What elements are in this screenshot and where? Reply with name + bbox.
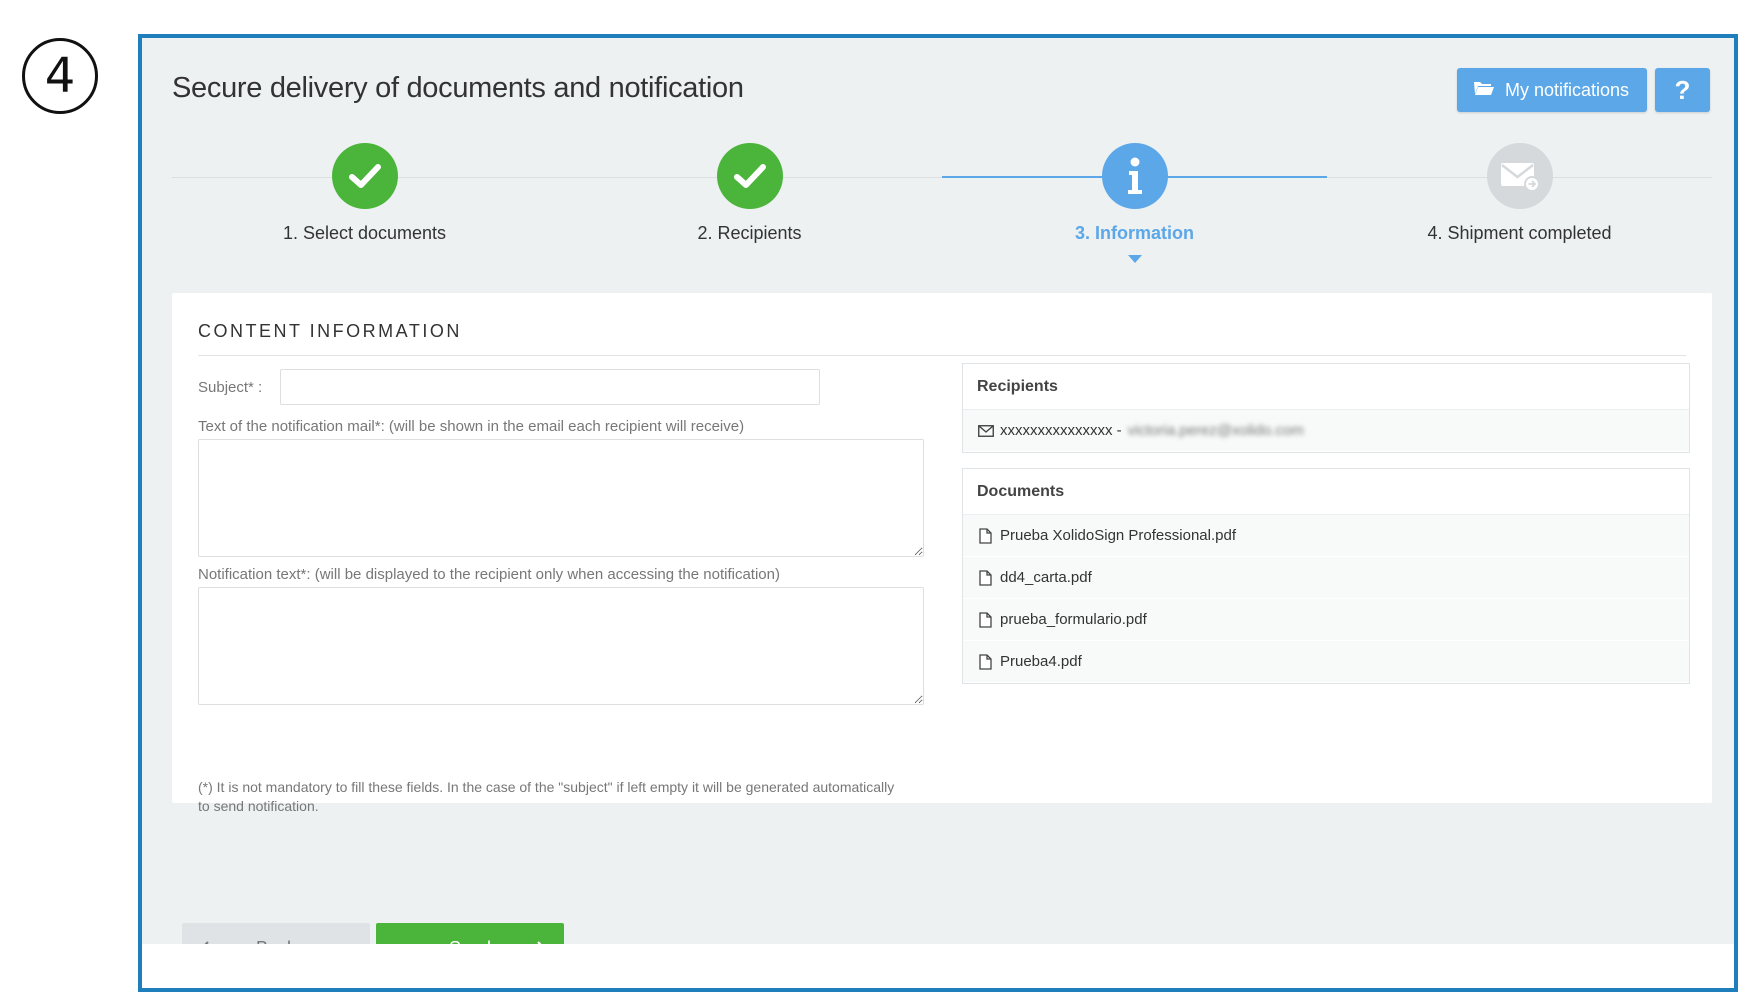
wizard-step-select-documents[interactable]: 1. Select documents: [172, 143, 557, 283]
help-button[interactable]: ?: [1655, 68, 1710, 112]
app-frame: Secure delivery of documents and notific…: [138, 34, 1738, 992]
active-step-caret: [1127, 255, 1142, 263]
check-icon: [331, 143, 398, 209]
file-icon: [977, 527, 994, 544]
section-title: CONTENT INFORMATION: [198, 321, 462, 341]
subject-label: Subject* :: [198, 379, 263, 396]
file-icon: [977, 611, 994, 628]
wizard-step-label: 4. Shipment completed: [1427, 223, 1612, 243]
file-icon: [977, 653, 994, 670]
mail-text-label: Text of the notification mail*: (will be…: [198, 418, 745, 435]
recipients-title: Recipients: [963, 364, 1689, 410]
recipients-box: Recipients xxxxxxxxxxxxxxx - victoria.pe…: [962, 363, 1690, 453]
documents-title: Documents: [963, 469, 1689, 515]
document-row: Prueba XolidoSign Professional.pdf: [963, 515, 1689, 557]
check-icon: [716, 143, 783, 209]
document-name: dd4_carta.pdf: [1000, 569, 1092, 586]
wizard-step-shipment-completed[interactable]: 4. Shipment completed: [1327, 143, 1712, 283]
document-row: prueba_formulario.pdf: [963, 599, 1689, 641]
page-title: Secure delivery of documents and notific…: [172, 72, 744, 104]
folder-open-icon: [1473, 79, 1495, 102]
my-notifications-button[interactable]: My notifications: [1457, 68, 1647, 112]
subject-input[interactable]: [280, 369, 820, 405]
wizard-steps: 1. Select documents 2. Recipients 3. Inf…: [172, 143, 1712, 283]
wizard-step-recipients[interactable]: 2. Recipients: [557, 143, 942, 283]
envelope-arrow-icon: [1486, 143, 1553, 209]
wizard-step-label: 1. Select documents: [282, 223, 447, 243]
frame-bottom-strip: [142, 944, 1734, 988]
recipient-email: victoria.perez@xolido.com: [1127, 422, 1304, 439]
wizard-step-information[interactable]: 3. Information: [942, 143, 1327, 283]
page-header: Secure delivery of documents and notific…: [172, 68, 1710, 116]
notification-text-textarea[interactable]: [198, 587, 924, 705]
document-name: prueba_formulario.pdf: [1000, 611, 1147, 628]
wizard-step-label: 2. Recipients: [697, 223, 802, 243]
mail-text-textarea[interactable]: [198, 439, 924, 557]
document-row: Prueba4.pdf: [963, 641, 1689, 683]
document-row: dd4_carta.pdf: [963, 557, 1689, 599]
envelope-icon: [977, 422, 994, 439]
recipient-row: xxxxxxxxxxxxxxx - victoria.perez@xolido.…: [963, 410, 1689, 452]
document-name: Prueba XolidoSign Professional.pdf: [1000, 527, 1236, 544]
document-name: Prueba4.pdf: [1000, 653, 1082, 670]
content-panel: CONTENT INFORMATION Subject* : Text of t…: [172, 293, 1712, 814]
form-footnote: (*) It is not mandatory to fill these fi…: [198, 779, 895, 814]
step-number-badge: 4: [22, 38, 98, 114]
info-icon: [1101, 143, 1168, 209]
wizard-step-label: 3. Information: [1074, 223, 1194, 243]
my-notifications-label: My notifications: [1505, 79, 1630, 100]
documents-box: Documents Prueba XolidoSign Professional…: [962, 468, 1690, 684]
header-actions: My notifications ?: [1457, 68, 1710, 112]
section-divider: [198, 355, 1686, 356]
notification-text-label: Notification text*: (will be displayed t…: [198, 566, 780, 583]
file-icon: [977, 569, 994, 586]
recipient-name: xxxxxxxxxxxxxxx -: [1000, 422, 1122, 439]
